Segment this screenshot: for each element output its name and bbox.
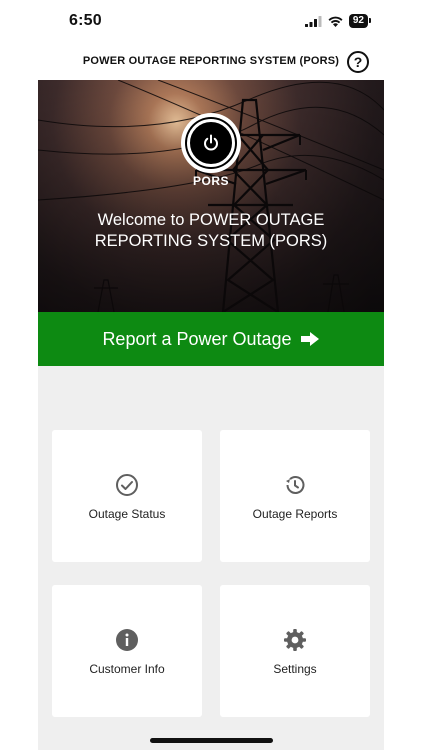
settings-tile[interactable]: Settings bbox=[220, 585, 370, 717]
power-icon bbox=[204, 134, 218, 151]
report-outage-button[interactable]: Report a Power Outage bbox=[38, 312, 384, 366]
pors-logo bbox=[181, 113, 241, 173]
outage-status-tile[interactable]: Outage Status bbox=[52, 430, 202, 562]
question-circle-icon: ? bbox=[353, 54, 363, 70]
arrow-right-icon bbox=[300, 332, 319, 346]
info-icon bbox=[116, 629, 138, 651]
customer-info-tile[interactable]: Customer Info bbox=[52, 585, 202, 717]
gear-icon bbox=[284, 629, 306, 651]
status-indicators: 92 bbox=[304, 14, 372, 28]
app-header: POWER OUTAGE REPORTING SYSTEM (PORS) ? bbox=[0, 44, 422, 80]
outage-reports-tile[interactable]: Outage Reports bbox=[220, 430, 370, 562]
tile-label: Outage Status bbox=[88, 507, 166, 521]
tile-label: Settings bbox=[273, 662, 317, 676]
history-icon bbox=[286, 476, 305, 494]
check-circle-icon bbox=[116, 474, 138, 496]
welcome-text: Welcome to POWER OUTAGE REPORTING SYSTEM… bbox=[94, 211, 328, 250]
battery-indicator: 92 bbox=[348, 14, 372, 28]
hero-banner: PORS Welcome to POWER OUTAGE REPORTING S… bbox=[38, 80, 384, 312]
report-outage-label: Report a Power Outage bbox=[102, 328, 292, 349]
logo-text: PORS bbox=[192, 174, 229, 188]
wifi-icon bbox=[328, 16, 343, 27]
status-time: 6:50 bbox=[69, 12, 102, 29]
main-content: PORS Welcome to POWER OUTAGE REPORTING S… bbox=[38, 80, 384, 750]
home-indicator[interactable] bbox=[150, 738, 273, 743]
status-bar: 6:50 92 bbox=[0, 0, 422, 44]
help-button[interactable]: ? bbox=[347, 51, 369, 73]
tile-label: Outage Reports bbox=[252, 507, 338, 521]
signal-icon bbox=[304, 15, 322, 27]
tile-label: Customer Info bbox=[89, 662, 165, 676]
